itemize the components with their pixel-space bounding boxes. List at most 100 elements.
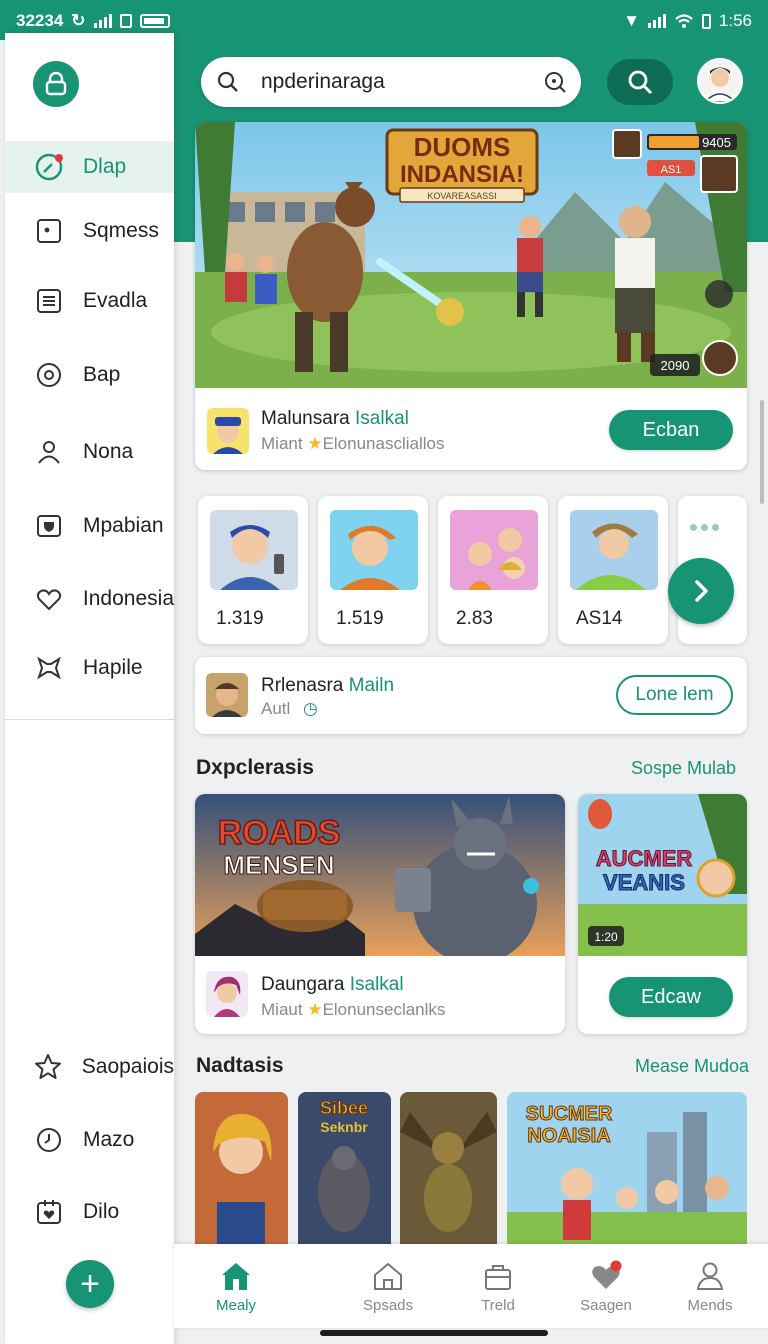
hero-card[interactable]: DUOMS INDANSIA! KOVAREASASSI 9405 AS1 20… (195, 122, 747, 470)
app-logo-icon[interactable] (33, 61, 79, 107)
nav-item-spsads[interactable]: Spsads (338, 1244, 438, 1328)
featured-sub-rest: Elonunseclanlks (322, 1000, 446, 1019)
nav-item-mealy[interactable]: Mealy (186, 1244, 286, 1328)
wifi-icon: ▼ (623, 11, 640, 30)
featured-side-title-2: VEANIS (603, 870, 685, 895)
lens-icon[interactable] (543, 70, 567, 94)
promo-title-highlight: Mailn (348, 675, 395, 696)
search-input[interactable]: npderinaraga (261, 70, 543, 94)
app-sub-text: Miant (261, 434, 303, 453)
sidebar-item-label: Hapile (83, 656, 143, 679)
bag-icon (481, 1259, 515, 1293)
sidebar-item-dlap[interactable]: Dlap (5, 141, 174, 193)
sidebar-item-indonesia[interactable]: Indonesia (5, 573, 174, 625)
featured-side-title-1: AUCMER (596, 846, 693, 871)
scrollbar[interactable] (760, 400, 764, 504)
sidebar-item-dilo[interactable]: Dilo (5, 1186, 174, 1238)
promo-subtitle: Autl ◷ (261, 699, 318, 719)
mini-card-image (210, 510, 298, 590)
game-tile-image: SUCMERNOAISIA (507, 1092, 747, 1252)
home-indicator[interactable] (320, 1330, 548, 1336)
promo-thumbnail (206, 673, 248, 717)
status-time-left: 32234 (16, 11, 64, 30)
sidebar-item-label: Mazo (83, 1128, 135, 1151)
person-icon (33, 436, 65, 468)
mini-card[interactable]: 1.519 (318, 496, 428, 644)
nav-label: Mealy (215, 1296, 256, 1314)
featured-app-name: Daungara Isalkal (261, 974, 404, 996)
sync-icon: ↻ (71, 11, 86, 30)
star-icon (33, 1051, 64, 1083)
add-button[interactable]: + (66, 1260, 114, 1308)
hero-action-button[interactable]: Ecban (609, 410, 733, 450)
hud-count: 2090 (661, 358, 690, 373)
game-tile[interactable] (400, 1092, 497, 1252)
game-tile[interactable] (195, 1092, 288, 1252)
search-button[interactable] (607, 59, 673, 105)
sidebar-item-hapile[interactable]: Hapile (5, 642, 174, 694)
tile-title-3: SUCMER (526, 1103, 613, 1125)
section-link-2[interactable]: Mease Mudoa (635, 1056, 749, 1077)
mini-card-value: 2.83 (456, 608, 493, 629)
status-time-right: 1:56 (718, 11, 752, 30)
section-link[interactable]: Sospe Mulab (631, 758, 736, 779)
mini-card-image (330, 510, 418, 590)
promo-button[interactable]: Lone lem (616, 675, 733, 715)
bottom-nav: Mealy Spsads Treld Saagen Mends (174, 1244, 768, 1328)
user-avatar[interactable] (697, 58, 743, 104)
battery-small-icon (701, 13, 711, 29)
nav-label: Treld (481, 1296, 515, 1314)
hero-info: Malunsara Isalkal Miant ★Elonunascliallo… (195, 388, 747, 470)
sidebar-item-saopaiois[interactable]: Saopaiois (5, 1041, 174, 1093)
nav-label: Saagen (580, 1296, 632, 1314)
promo-card[interactable]: Rrlenasra Mailn Autl ◷ Lone lem (195, 657, 747, 734)
carousel-dots (690, 524, 719, 531)
featured-side-badge: 1:20 (594, 930, 618, 944)
featured-title-1: ROADS (218, 814, 341, 852)
game-tile[interactable]: Sibee Seknbr (298, 1092, 391, 1252)
sidebar-item-label: Evadla (83, 289, 148, 312)
search-bar[interactable]: npderinaraga (201, 57, 581, 107)
square-dot-icon (33, 215, 65, 247)
nav-label: Spsads (362, 1296, 414, 1314)
mini-card[interactable]: 2.83 (438, 496, 548, 644)
sidebar-item-mazo[interactable]: Mazo (5, 1114, 174, 1166)
featured-side-image: AUCMER VEANIS 1:20 (578, 794, 747, 956)
nav-item-mends[interactable]: Mends (660, 1244, 760, 1328)
app-name-highlight: Isalkal (355, 408, 409, 429)
mini-card-value: AS14 (576, 608, 623, 629)
house-outline-icon (371, 1259, 405, 1293)
mini-card[interactable]: 1.319 (198, 496, 308, 644)
sidebar-item-sqmess[interactable]: Sqmess (5, 205, 174, 257)
status-left: 32234 ↻ (16, 11, 170, 31)
signal-icon-2 (647, 14, 666, 28)
featured-card[interactable]: ROADS MENSEN Daungara Isalkal Miaut ★Elo… (195, 794, 565, 1034)
featured-side-card[interactable]: AUCMER VEANIS 1:20 Edcaw (578, 794, 747, 1034)
game-tile-image (400, 1092, 497, 1252)
puzzle-icon (33, 652, 65, 684)
sidebar-item-evadla[interactable]: Evadla (5, 275, 174, 327)
heart-box-icon (33, 1196, 65, 1228)
featured-app-name-highlight: Isalkal (349, 974, 404, 995)
sidebar-item-mpabian[interactable]: Mpabian (5, 500, 174, 552)
game-tile-image (195, 1092, 288, 1252)
sidebar-item-nona[interactable]: Nona (5, 426, 174, 478)
featured-side-button[interactable]: Edcaw (609, 977, 733, 1017)
featured-app-thumbnail (206, 971, 248, 1017)
nav-item-treld[interactable]: Treld (448, 1244, 548, 1328)
star-icon: ★ (307, 1000, 323, 1019)
search-icon (628, 70, 653, 95)
mini-card[interactable]: AS14 (558, 496, 668, 644)
sidebar-item-bap[interactable]: Bap (5, 349, 174, 401)
mini-card-image (450, 510, 538, 590)
promo-title-text: Rrlenasra (261, 675, 344, 696)
hud-score: 9405 (702, 135, 731, 150)
nav-item-saagen[interactable]: Saagen (556, 1244, 656, 1328)
sidebar-item-label: Dilo (83, 1200, 120, 1223)
person-icon (693, 1259, 727, 1293)
search-icon (217, 71, 238, 92)
mini-card-value: 1.319 (216, 608, 264, 629)
game-tile[interactable]: SUCMER NOAISIA (507, 1092, 747, 1252)
clock-icon (33, 1124, 65, 1156)
carousel-next-button[interactable] (668, 558, 734, 624)
